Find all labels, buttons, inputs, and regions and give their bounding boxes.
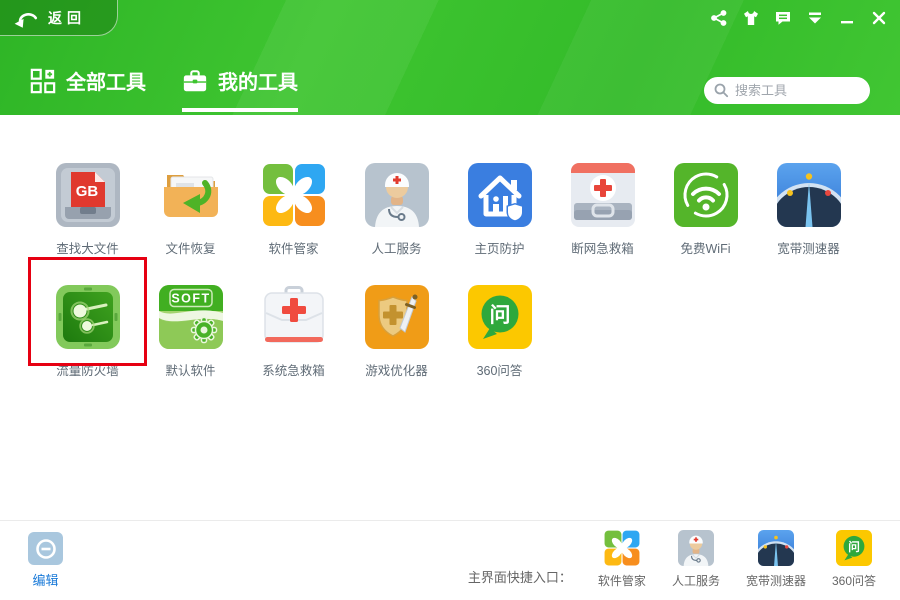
skin-button[interactable]	[738, 7, 764, 29]
minimize-icon	[838, 9, 856, 27]
tool-item-find-large-files[interactable]: 查找大文件	[36, 163, 139, 285]
shortcut-qa-360[interactable]: 360问答	[832, 530, 876, 589]
tool-item-speed-test[interactable]: 宽带测速器	[757, 163, 860, 285]
window-controls	[706, 7, 892, 29]
shortcut-label: 360问答	[832, 572, 876, 589]
tab-label: 我的工具	[218, 66, 298, 95]
tool-item-free-wifi[interactable]: 免费WiFi	[654, 163, 757, 285]
tool-item-game-optimizer[interactable]: 游戏优化器	[345, 285, 448, 407]
tool-row: 流量防火墙 默认软件 系统急救箱 游戏优化器 360问答	[36, 285, 864, 407]
close-button[interactable]	[866, 7, 892, 29]
tool-label: 游戏优化器	[365, 360, 428, 379]
tool-label: 软件管家	[268, 238, 318, 257]
back-arrow-icon	[13, 7, 39, 29]
main-menu-icon	[806, 9, 824, 27]
shortcut-human-service[interactable]: 人工服务	[672, 530, 720, 589]
tool-label: 主页防护	[474, 238, 524, 257]
footer: 编辑 主界面快捷入口： 软件管家 人工服务 宽带测速器 360问答	[0, 520, 900, 600]
grid-plus-icon	[30, 68, 56, 94]
tool-item-default-software[interactable]: 默认软件	[139, 285, 242, 407]
tool-item-network-first-aid[interactable]: 断网急救箱	[551, 163, 654, 285]
tool-item-homepage-protection[interactable]: 主页防护	[448, 163, 551, 285]
free-wifi-icon	[674, 163, 738, 227]
tool-item-file-recovery[interactable]: 文件恢复	[139, 163, 242, 285]
software-manager-icon	[262, 163, 326, 227]
tool-label: 流量防火墙	[56, 360, 119, 379]
tool-label: 宽带测速器	[777, 238, 840, 257]
search-box[interactable]	[704, 77, 870, 104]
find-large-files-icon	[56, 163, 120, 227]
tool-label: 查找大文件	[56, 238, 119, 257]
tab-my-tools[interactable]: 我的工具	[182, 66, 298, 112]
shortcut-label: 软件管家	[598, 572, 646, 589]
human-service-icon	[365, 163, 429, 227]
default-software-icon	[159, 285, 223, 349]
tool-label: 人工服务	[371, 238, 421, 257]
tool-item-software-manager[interactable]: 软件管家	[242, 163, 345, 285]
qa-360-icon	[836, 530, 872, 566]
tool-row: 查找大文件 文件恢复 软件管家 人工服务 主页防护 断网急救箱 免费WiFi 宽带测速器	[36, 163, 864, 285]
traffic-firewall-icon	[56, 285, 120, 349]
main-menu-button[interactable]	[802, 7, 828, 29]
shortcut-bar: 主界面快捷入口： 软件管家 人工服务 宽带测速器 360问答	[468, 530, 876, 589]
tab-all-tools[interactable]: 全部工具	[30, 66, 146, 112]
tool-grid: 查找大文件 文件恢复 软件管家 人工服务 主页防护 断网急救箱 免费WiFi 宽带测速器流量防…	[36, 115, 864, 407]
speed-test-icon	[777, 163, 841, 227]
tool-label: 系统急救箱	[262, 360, 325, 379]
shortcut-label: 人工服务	[672, 572, 720, 589]
tool-item-qa-360[interactable]: 360问答	[448, 285, 551, 407]
shortcut-software-manager[interactable]: 软件管家	[598, 530, 646, 589]
tab-bar: 全部工具 我的工具	[30, 66, 298, 112]
homepage-protection-icon	[468, 163, 532, 227]
software-manager-icon	[604, 530, 640, 566]
shortcut-caption: 主界面快捷入口：	[468, 567, 572, 589]
shortcut-speed-test[interactable]: 宽带测速器	[746, 530, 806, 589]
edit-button[interactable]: 编辑	[28, 532, 63, 589]
circle-minus-icon	[34, 537, 58, 561]
tool-item-human-service[interactable]: 人工服务	[345, 163, 448, 285]
tool-label: 断网急救箱	[571, 238, 634, 257]
tool-item-traffic-firewall[interactable]: 流量防火墙	[36, 285, 139, 407]
share-icon	[710, 9, 728, 27]
tool-label: 免费WiFi	[681, 238, 731, 257]
search-icon	[714, 83, 729, 98]
system-first-aid-icon	[262, 285, 326, 349]
skin-icon	[742, 9, 760, 27]
qa-360-icon	[468, 285, 532, 349]
back-label: 返回	[48, 8, 86, 28]
game-optimizer-icon	[365, 285, 429, 349]
feedback-button[interactable]	[770, 7, 796, 29]
feedback-icon	[774, 9, 792, 27]
speed-test-icon	[758, 530, 794, 566]
edit-label: 编辑	[32, 570, 58, 589]
header: 返回 全部工具 我的工具	[0, 0, 900, 115]
share-button[interactable]	[706, 7, 732, 29]
network-first-aid-icon	[571, 163, 635, 227]
tool-label: 360问答	[477, 360, 523, 379]
back-button[interactable]: 返回	[0, 0, 118, 36]
tab-label: 全部工具	[66, 66, 146, 95]
human-service-icon	[678, 530, 714, 566]
tool-item-system-first-aid[interactable]: 系统急救箱	[242, 285, 345, 407]
tool-label: 默认软件	[165, 360, 215, 379]
search-input[interactable]	[735, 83, 860, 98]
file-recovery-icon	[159, 163, 223, 227]
shortcut-label: 宽带测速器	[746, 572, 806, 589]
minimize-button[interactable]	[834, 7, 860, 29]
briefcase-icon	[182, 68, 208, 94]
tool-label: 文件恢复	[165, 238, 215, 257]
edit-icon-box	[28, 532, 63, 565]
close-icon	[870, 9, 888, 27]
